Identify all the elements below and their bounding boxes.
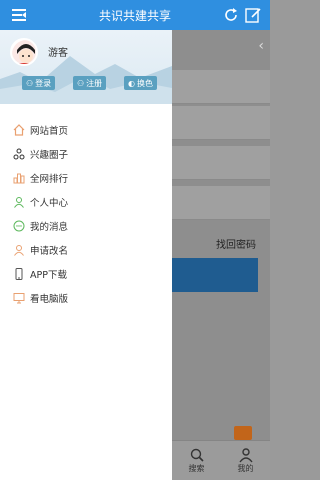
menu-item-label: 个人中心 [30, 198, 69, 209]
home-icon [12, 123, 26, 137]
menu-item-label: 网站首页 [30, 126, 69, 137]
menu-item-ranking[interactable]: 全网排行 [0, 166, 172, 190]
search-icon [190, 448, 204, 462]
menu-item-label: 看电脑版 [30, 294, 69, 305]
change-color-label: 换色 [136, 78, 153, 88]
drawer-header: 游客 ⚇ 登录 ⚇ 注册 ◐ 换色 [0, 30, 172, 104]
nav-search-label: 搜索 [188, 464, 205, 473]
menu-icon[interactable] [10, 6, 28, 24]
menu-item-personal-center[interactable]: 个人中心 [0, 190, 172, 214]
change-color-button[interactable]: ◐ 换色 [124, 76, 157, 90]
form-field[interactable] [172, 70, 270, 104]
menu-item-messages[interactable]: 我的消息 [0, 214, 172, 238]
nav-search[interactable]: 搜索 [189, 447, 205, 474]
form-field[interactable] [172, 146, 270, 180]
menu-item-label: APP下载 [30, 270, 67, 281]
user-add-icon: ⚇ [77, 78, 85, 88]
user-icon [12, 195, 26, 209]
login-submit-button[interactable] [172, 258, 258, 292]
side-drawer: 游客 ⚇ 登录 ⚇ 注册 ◐ 换色 网站首页 兴趣圈子 全网排行 个人中心 我的… [0, 30, 172, 480]
ranking-icon [12, 171, 26, 185]
page-title: 共识共建共享 [98, 8, 171, 23]
user-icon [238, 448, 253, 463]
palette-icon: ◐ [128, 78, 135, 88]
background-page: ‹ 找回密码 [172, 30, 270, 480]
login-label: 登录 [35, 78, 52, 88]
register-label: 注册 [86, 78, 103, 88]
login-button[interactable]: ⚇ 登录 [22, 76, 56, 90]
register-button[interactable]: ⚇ 注册 [73, 76, 107, 90]
avatar[interactable] [10, 38, 38, 66]
refresh-icon[interactable] [222, 6, 240, 24]
menu-item-label: 我的消息 [30, 222, 69, 233]
circle-group-icon [12, 147, 26, 161]
rename-icon [12, 243, 26, 257]
promo-badge[interactable] [234, 426, 252, 440]
nav-mine-label: 我的 [237, 464, 254, 473]
menu-item-interest-circle[interactable]: 兴趣圈子 [0, 142, 172, 166]
monitor-icon [12, 291, 26, 305]
forgot-password-link[interactable]: 找回密码 [216, 236, 256, 251]
top-bar: 共识共建共享 [0, 0, 270, 30]
form-field[interactable] [172, 186, 270, 220]
user-icon: ⚇ [26, 78, 34, 88]
edit-icon[interactable] [244, 6, 262, 24]
bottom-nav: 搜索 我的 [172, 440, 270, 480]
menu-item-label: 申请改名 [30, 246, 69, 257]
menu-item-desktop-version[interactable]: 看电脑版 [0, 286, 172, 310]
message-icon [12, 219, 26, 233]
menu-item-rename[interactable]: 申请改名 [0, 238, 172, 262]
menu-item-home[interactable]: 网站首页 [0, 118, 172, 142]
form-field[interactable] [172, 106, 270, 140]
menu-item-label: 兴趣圈子 [30, 150, 69, 161]
username: 游客 [48, 48, 68, 59]
menu-item-app-download[interactable]: APP下载 [0, 262, 172, 286]
nav-mine[interactable]: 我的 [238, 447, 254, 474]
menu-item-label: 全网排行 [30, 174, 69, 185]
drawer-menu: 网站首页 兴趣圈子 全网排行 个人中心 我的消息 申请改名 APP下载 看电脑版 [0, 118, 172, 310]
chevron-left-icon[interactable]: ‹ [258, 38, 264, 54]
phone-icon [12, 267, 26, 281]
